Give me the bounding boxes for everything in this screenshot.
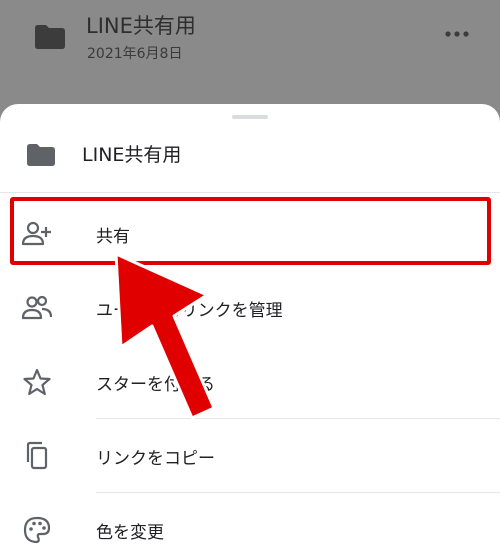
menu-item-label: スターを付ける bbox=[96, 375, 215, 395]
menu-item-label: ユーザーとリンクを管理 bbox=[96, 301, 283, 321]
background-file-row: LINE共有用 2021年6月8日 bbox=[0, 0, 500, 100]
menu-item-change-color[interactable]: 色を変更 bbox=[0, 493, 500, 552]
background-file-date: 2021年6月8日 bbox=[87, 46, 183, 62]
menu-item-manage-access[interactable]: ユーザーとリンクを管理 bbox=[0, 271, 500, 345]
menu-item-copy-link[interactable]: リンクをコピー bbox=[0, 419, 500, 493]
star-outline-icon bbox=[23, 368, 51, 396]
sheet-header: LINE共有用 bbox=[0, 124, 500, 192]
folder-icon bbox=[35, 25, 65, 49]
highlight-box bbox=[10, 197, 491, 265]
bottom-sheet: LINE共有用 共有 ユーザーとリンクを管理 スターを付ける リンクをコピー 色… bbox=[0, 104, 500, 552]
drag-handle[interactable] bbox=[232, 115, 268, 119]
copy-icon bbox=[26, 441, 48, 470]
folder-icon bbox=[27, 144, 55, 166]
more-horiz-icon bbox=[445, 31, 469, 37]
menu-item-star[interactable]: スターを付ける bbox=[0, 345, 500, 419]
menu-item-label: 色を変更 bbox=[96, 523, 164, 543]
sheet-title: LINE共有用 bbox=[82, 144, 182, 166]
people-icon bbox=[22, 295, 52, 320]
background-file-title: LINE共有用 bbox=[86, 14, 196, 38]
palette-icon bbox=[23, 516, 51, 544]
menu-item-label: リンクをコピー bbox=[96, 449, 215, 469]
divider bbox=[0, 192, 500, 193]
